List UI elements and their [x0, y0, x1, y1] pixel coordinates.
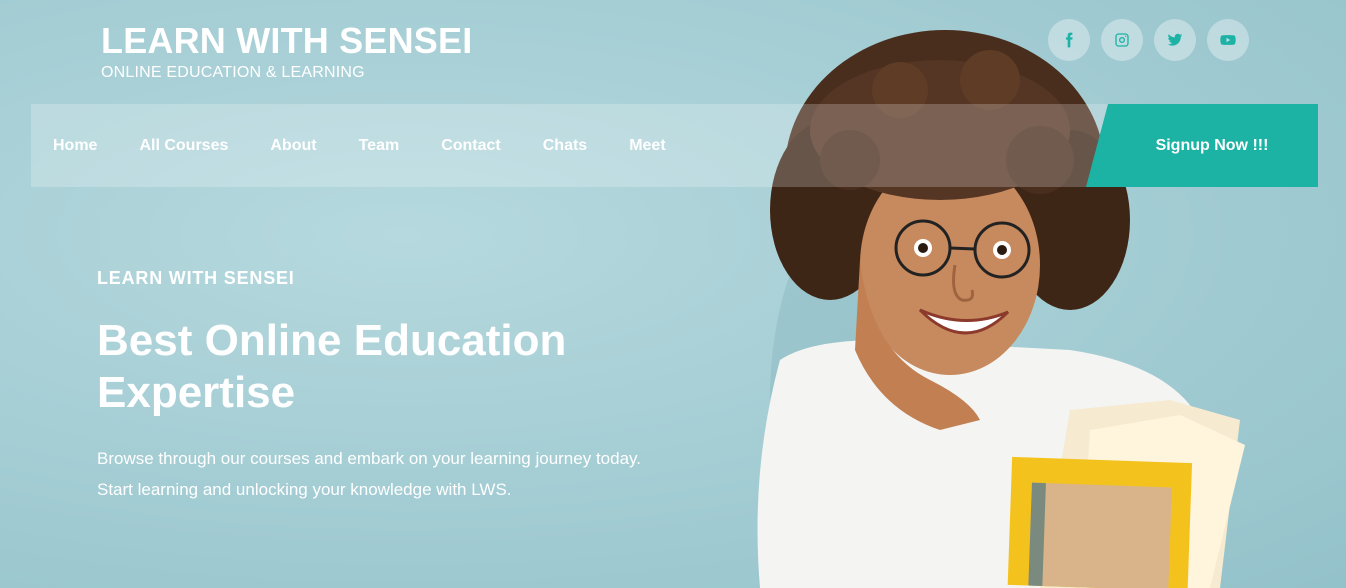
nav-link-chats[interactable]: Chats [543, 137, 587, 155]
brand-title: LEARN WITH SENSEI [101, 20, 473, 61]
nav-link-all-courses[interactable]: All Courses [139, 137, 228, 155]
youtube-link[interactable] [1207, 19, 1249, 61]
hero-headline: Best Online Education Expertise [97, 316, 567, 417]
nav-link-team[interactable]: Team [359, 137, 400, 155]
nav-link-contact[interactable]: Contact [441, 137, 501, 155]
instagram-icon [1115, 33, 1129, 47]
nav-links: Home All Courses About Team Contact Chat… [53, 104, 666, 187]
hero-text: LEARN WITH SENSEI Best Online Education … [97, 268, 677, 505]
nav-link-meet[interactable]: Meet [629, 137, 665, 155]
main-navbar: Home All Courses About Team Contact Chat… [31, 104, 1318, 187]
hero-eyebrow: LEARN WITH SENSEI [97, 268, 295, 288]
signup-button[interactable]: Signup Now !!! [1086, 104, 1318, 187]
nav-link-about[interactable]: About [270, 137, 316, 155]
facebook-icon [1066, 32, 1073, 48]
social-links [1048, 19, 1249, 61]
twitter-icon [1167, 33, 1183, 46]
brand[interactable]: LEARN WITH SENSEI ONLINE EDUCATION & LEA… [101, 20, 472, 82]
hero-description: Browse through our courses and embark on… [97, 449, 641, 499]
facebook-link[interactable] [1048, 19, 1090, 61]
twitter-link[interactable] [1154, 19, 1196, 61]
hero-section: LEARN WITH SENSEI ONLINE EDUCATION & LEA… [0, 0, 1346, 588]
nav-link-home[interactable]: Home [53, 137, 97, 155]
instagram-link[interactable] [1101, 19, 1143, 61]
youtube-icon [1220, 35, 1236, 45]
brand-subtitle: ONLINE EDUCATION & LEARNING [101, 64, 365, 81]
